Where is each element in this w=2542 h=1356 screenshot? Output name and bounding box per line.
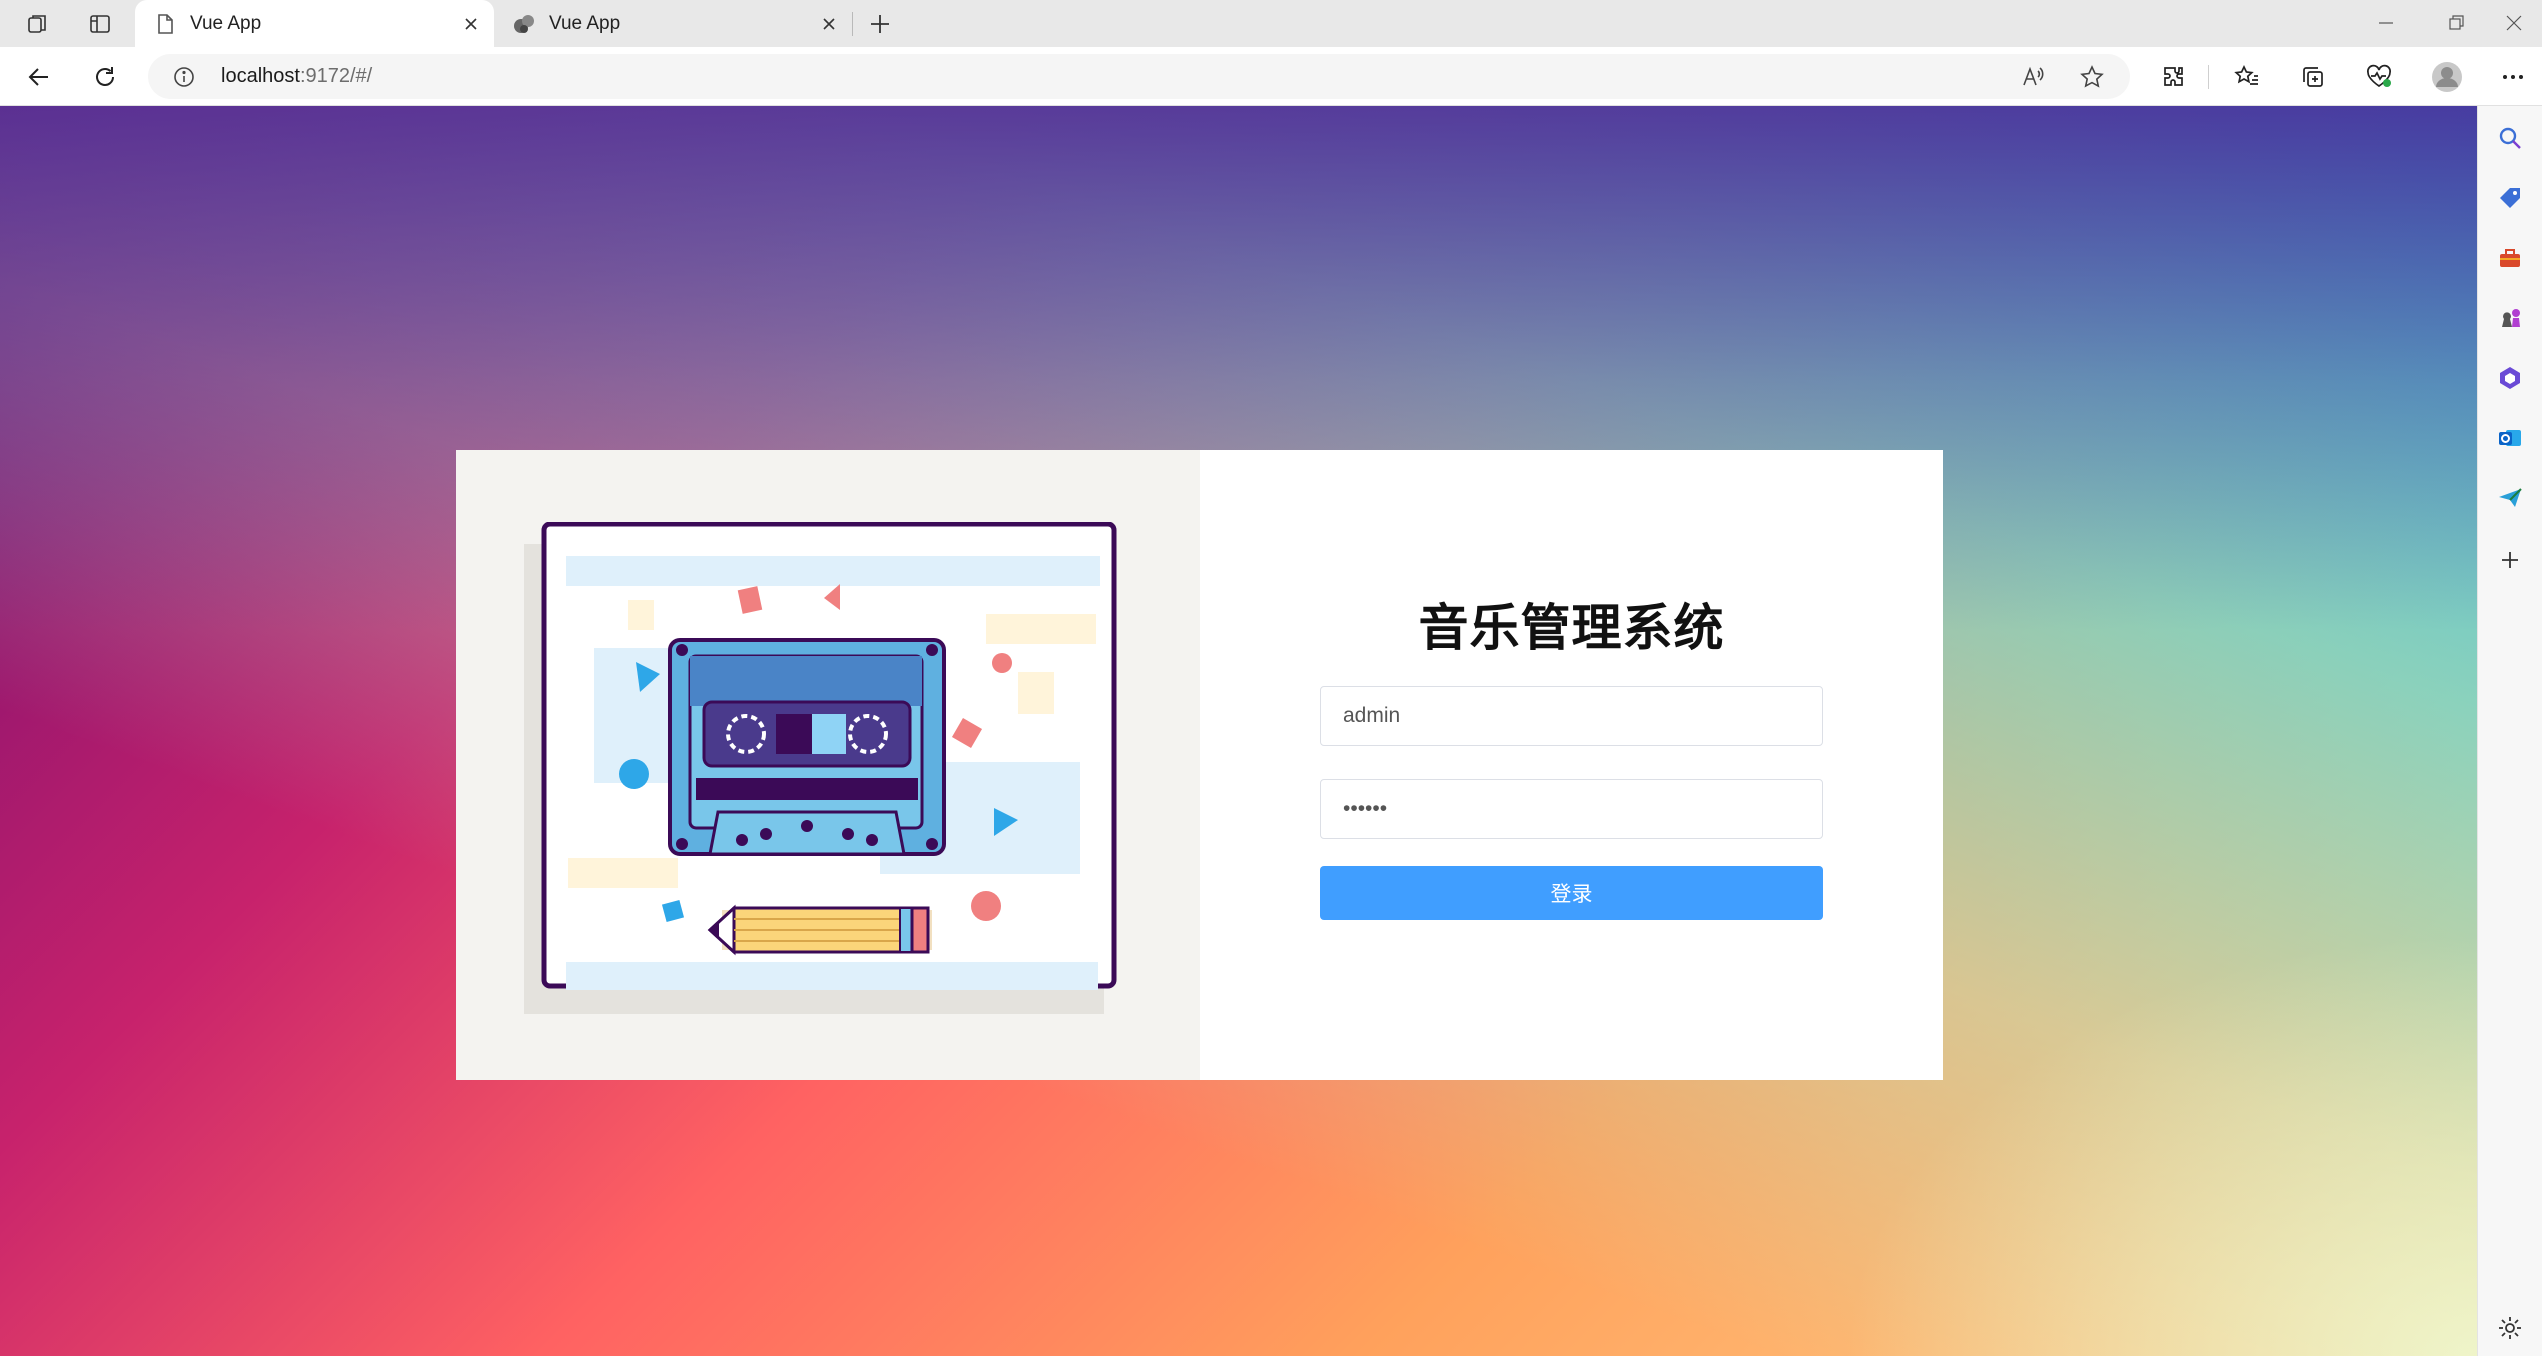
password-field[interactable] <box>1320 779 1823 839</box>
login-form: 音乐管理系统 登录 <box>1200 450 1943 1080</box>
back-icon[interactable] <box>20 58 58 96</box>
loading-tab-icon <box>512 12 536 36</box>
tab-title: Vue App <box>190 13 262 34</box>
browser-toolbar: localhost:9172/#/ <box>0 47 2542 106</box>
outlook-icon[interactable] <box>2492 420 2528 456</box>
tab-vue-app[interactable]: Vue App <box>494 0 852 47</box>
workspaces-icon[interactable] <box>20 8 56 40</box>
toolbox-icon[interactable] <box>2492 240 2528 276</box>
tab-vue-app-active[interactable]: Vue App <box>135 0 494 47</box>
close-window-icon[interactable] <box>2484 6 2542 40</box>
url-host: localhost <box>221 65 300 87</box>
profile-avatar-icon[interactable] <box>2428 58 2466 96</box>
password-input[interactable] <box>1321 780 1822 838</box>
cassette-illustration <box>524 522 1117 1014</box>
send-icon[interactable] <box>2492 480 2528 516</box>
refresh-icon[interactable] <box>86 58 124 96</box>
collections-icon[interactable] <box>2294 58 2332 96</box>
page-viewport: 音乐管理系统 登录 <box>0 106 2477 1356</box>
add-icon[interactable] <box>2492 542 2528 578</box>
url-path: :9172/#/ <box>299 65 373 87</box>
favorite-star-icon[interactable] <box>2079 64 2105 95</box>
chess-icon[interactable] <box>2492 300 2528 336</box>
login-card: 音乐管理系统 登录 <box>456 450 1943 1080</box>
toolbar-separator <box>2208 65 2209 89</box>
read-aloud-icon[interactable] <box>2020 64 2046 95</box>
site-info-icon[interactable] <box>172 65 196 89</box>
office-icon[interactable] <box>2492 360 2528 396</box>
favorites-icon[interactable] <box>2228 58 2266 96</box>
search-icon[interactable] <box>2492 120 2528 156</box>
vertical-tabs-icon[interactable] <box>82 8 118 40</box>
page-title: 音乐管理系统 <box>1418 599 1725 657</box>
tab-strip: Vue App Vue App <box>0 0 2542 47</box>
username-field[interactable] <box>1320 686 1823 746</box>
restore-icon[interactable] <box>2426 6 2486 40</box>
minimize-icon[interactable] <box>2356 6 2416 40</box>
url-text[interactable]: localhost:9172/#/ <box>221 65 372 88</box>
login-button[interactable]: 登录 <box>1320 866 1823 920</box>
tag-icon[interactable] <box>2492 180 2528 216</box>
address-bar[interactable]: localhost:9172/#/ <box>148 54 2130 99</box>
new-tab-icon[interactable] <box>862 8 898 40</box>
tab-title: Vue App <box>549 13 621 34</box>
more-menu-icon[interactable] <box>2494 58 2532 96</box>
page-icon <box>153 12 177 36</box>
close-tab-icon[interactable] <box>816 11 842 37</box>
illustration-panel <box>456 450 1200 1080</box>
username-input[interactable] <box>1321 687 1822 745</box>
settings-icon[interactable] <box>2492 1310 2528 1346</box>
browser-essentials-icon[interactable] <box>2360 58 2398 96</box>
edge-sidebar <box>2477 106 2542 1356</box>
extensions-icon[interactable] <box>2155 58 2193 96</box>
tab-separator <box>852 12 853 36</box>
close-tab-icon[interactable] <box>458 11 484 37</box>
